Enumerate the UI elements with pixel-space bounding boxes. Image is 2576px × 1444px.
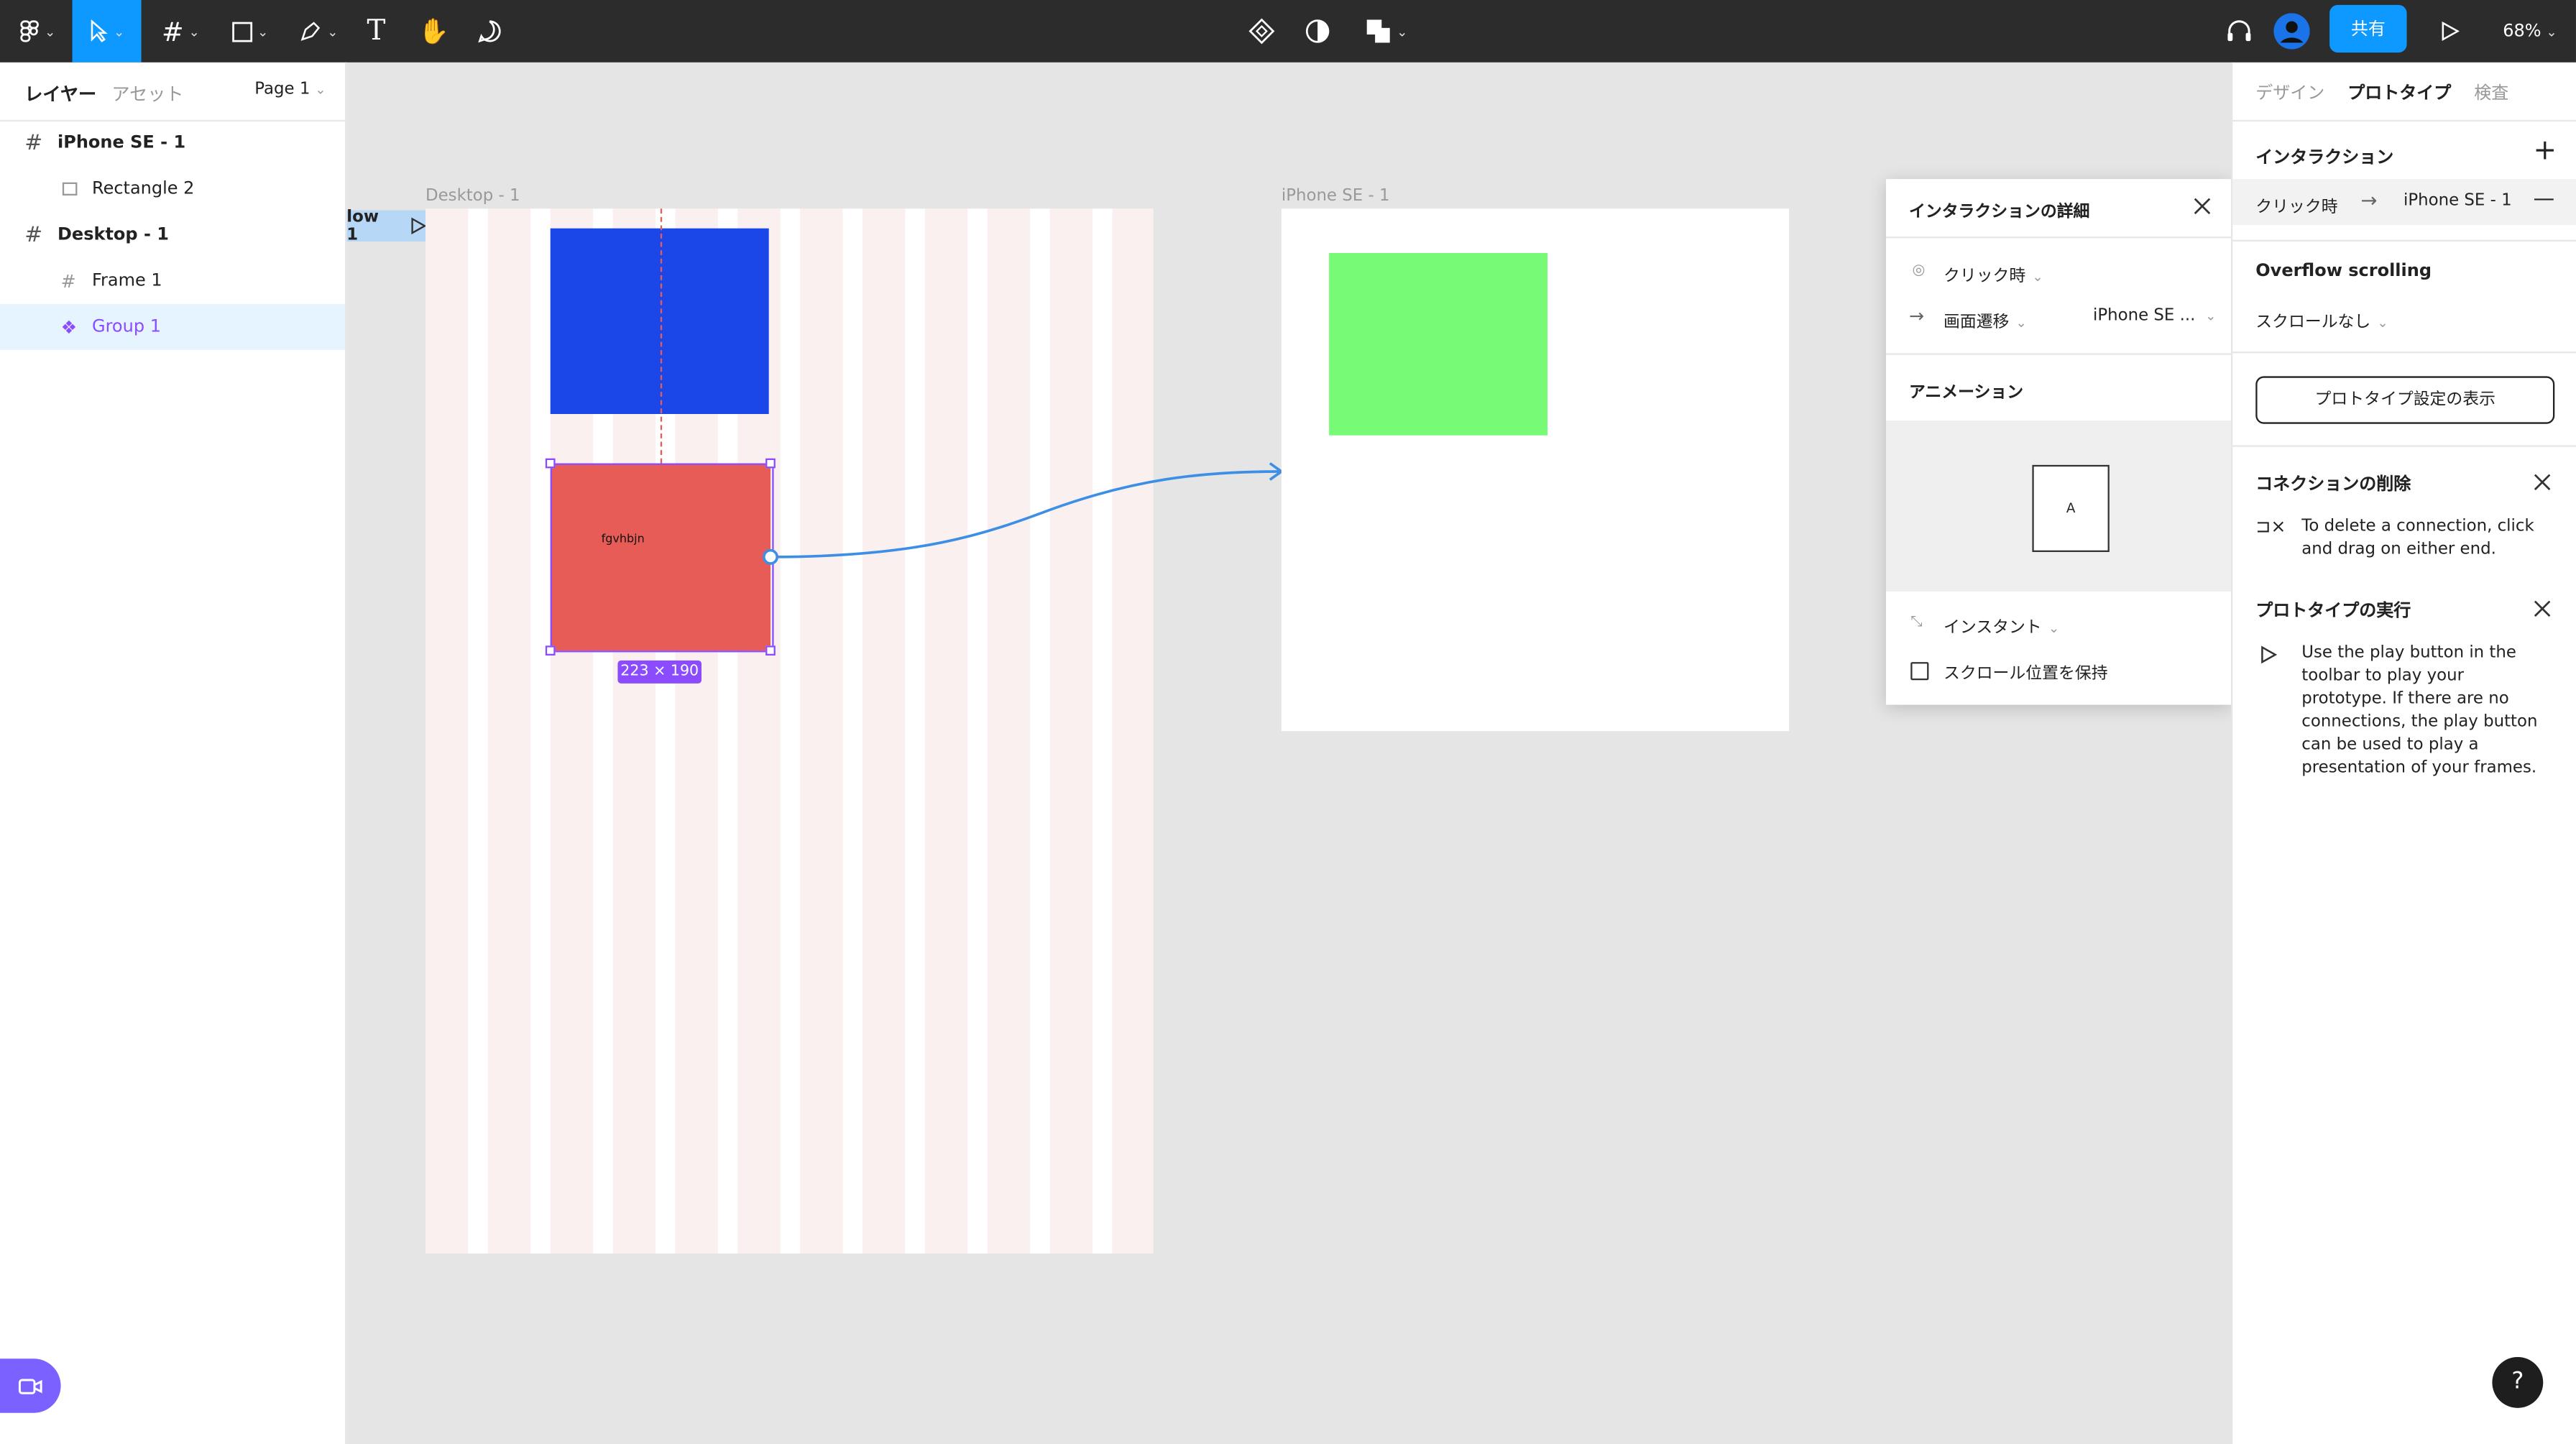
close-icon[interactable]	[2534, 473, 2552, 491]
divider	[2232, 119, 2576, 122]
layer-desktop-1[interactable]: # Desktop - 1	[0, 212, 345, 258]
animation-title: アニメーション	[1908, 384, 2024, 403]
preserve-scroll-label: スクロール位置を保持	[1943, 665, 2108, 684]
right-panel: デザイン プロトタイプ 検査 インタラクション + クリック時 → iPhone…	[2230, 62, 2576, 1444]
layer-label: Rectangle 2	[91, 179, 195, 199]
divider	[1885, 236, 2231, 239]
divider	[2232, 351, 2576, 354]
close-icon[interactable]	[2534, 599, 2552, 617]
frame-icon: #	[24, 130, 43, 155]
destination-value: iPhone SE ...	[2092, 307, 2196, 326]
interaction-row[interactable]: クリック時 → iPhone SE - 1 —	[2232, 179, 2576, 226]
disconnect-icon: ⊐×	[2255, 515, 2286, 538]
layer-frame-1[interactable]: # Frame 1	[0, 258, 345, 304]
component-icon: ❖	[60, 316, 78, 338]
tab-assets[interactable]: アセット	[111, 81, 183, 107]
divider	[2232, 239, 2576, 242]
tab-inspect[interactable]: 検査	[2474, 81, 2508, 105]
rectangle-icon	[62, 182, 78, 196]
layer-iphone-se-1[interactable]: # iPhone SE - 1	[0, 120, 345, 166]
frame-icon: #	[60, 270, 76, 292]
close-icon[interactable]	[2193, 197, 2211, 215]
layer-label: Group 1	[91, 317, 161, 337]
left-panel: レイヤー アセット Page 1 ⌄ # iPhone SE - 1 Rectan…	[0, 62, 347, 1444]
run-prototype-text: Use the play button in the toolbar to pl…	[2301, 643, 2538, 778]
tab-prototype[interactable]: プロトタイプ	[2347, 81, 2451, 105]
add-interaction-icon[interactable]: +	[2534, 134, 2557, 167]
arrow-right-icon: →	[2360, 188, 2378, 212]
video-button[interactable]	[0, 1358, 61, 1413]
action-value: 画面遷移	[1943, 313, 2010, 332]
instant-icon: ⤡	[1910, 614, 1923, 631]
overflow-dropdown[interactable]: スクロールなし ⌄	[2255, 307, 2388, 332]
preview-frame: A	[2032, 464, 2110, 552]
chevron-down-icon: ⌄	[2032, 269, 2043, 285]
popup-title: インタラクションの詳細	[1908, 203, 2090, 222]
remove-interaction-icon[interactable]: —	[2534, 188, 2555, 212]
arrow-right-icon: →	[1908, 305, 1925, 327]
trigger-icon: ◎	[1912, 262, 1926, 280]
tab-layers[interactable]: レイヤー	[24, 81, 96, 107]
overflow-section-title: Overflow scrolling	[2255, 261, 2432, 281]
layer-rectangle-2[interactable]: Rectangle 2	[0, 166, 345, 212]
chevron-down-icon: ⌄	[315, 82, 326, 97]
layer-label: Frame 1	[91, 271, 162, 291]
chevron-down-icon: ⌄	[2377, 315, 2388, 331]
overflow-value: スクロールなし	[2255, 313, 2371, 332]
video-camera-icon	[17, 1378, 42, 1394]
iphone-frame-label[interactable]: iPhone SE - 1	[1282, 188, 1390, 206]
trigger-value: クリック時	[1943, 267, 2026, 286]
play-icon	[2261, 645, 2277, 664]
trigger-dropdown[interactable]: クリック時 ⌄	[1943, 261, 2043, 286]
divider	[2232, 445, 2576, 447]
tab-design[interactable]: デザイン	[2255, 81, 2324, 105]
divider	[1885, 353, 2231, 355]
interaction-trigger: クリック時	[2255, 198, 2338, 217]
interaction-details-popup: インタラクションの詳細 ◎ クリック時 ⌄ → 画面遷移 ⌄ iPhone SE .…	[1885, 179, 2231, 705]
chevron-down-icon: ⌄	[2048, 620, 2060, 636]
animation-type-dropdown[interactable]: インスタント ⌄	[1944, 613, 2059, 638]
page-selector[interactable]: Page 1 ⌄	[254, 81, 326, 98]
layer-group-1[interactable]: ❖ Group 1	[0, 303, 345, 350]
interaction-target: iPhone SE - 1	[2403, 192, 2512, 211]
chevron-down-icon: ⌄	[2015, 315, 2027, 331]
help-button[interactable]: ?	[2492, 1356, 2544, 1408]
interaction-section-title: インタラクション	[2255, 147, 2394, 168]
animation-type-value: インスタント	[1943, 619, 2042, 638]
frame-icon: #	[24, 222, 43, 247]
delete-connection-title: コネクションの削除	[2255, 474, 2411, 495]
show-prototype-settings-button[interactable]: プロトタイプ設定の表示	[2255, 376, 2555, 424]
delete-connection-text: To delete a connection, click and drag o…	[2301, 517, 2534, 559]
layer-label: Desktop - 1	[57, 225, 169, 245]
run-prototype-title: プロトタイプの実行	[2255, 601, 2411, 621]
preserve-scroll-checkbox[interactable]	[1910, 662, 1929, 681]
iphone-frame[interactable]	[1281, 208, 1790, 732]
page-name: Page 1	[254, 80, 310, 99]
chevron-down-icon: ⌄	[2205, 308, 2217, 324]
layer-label: iPhone SE - 1	[57, 133, 186, 153]
action-dropdown[interactable]: 画面遷移 ⌄	[1943, 307, 2027, 332]
green-rectangle[interactable]	[1329, 252, 1548, 436]
destination-dropdown[interactable]: iPhone SE ... ⌄	[2093, 307, 2216, 325]
animation-preview: A	[1885, 420, 2231, 592]
